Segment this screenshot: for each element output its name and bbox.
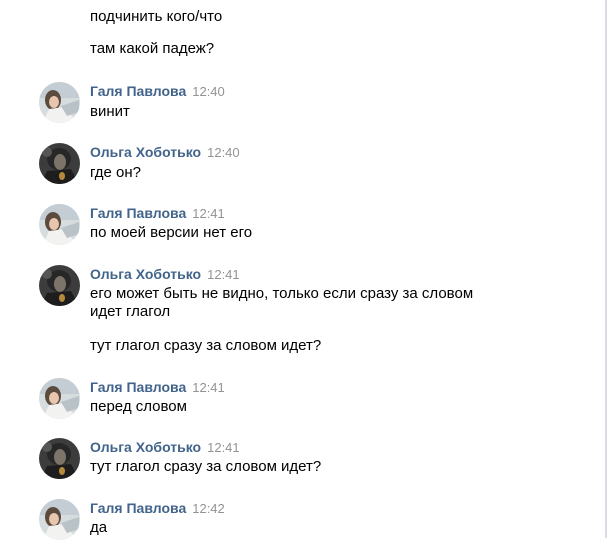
avatar-galya-pavlova[interactable] bbox=[39, 82, 80, 123]
message-header: Галя Павлова 12:41 bbox=[90, 378, 225, 396]
avatar-galya-pavlova[interactable] bbox=[39, 499, 80, 540]
author-name[interactable]: Галя Павлова bbox=[90, 83, 186, 99]
message-text: тут глагол сразу за словом идет? bbox=[90, 458, 322, 475]
message-text: да bbox=[90, 519, 108, 536]
author-name[interactable]: Ольга Хоботько bbox=[90, 144, 201, 160]
avatar-galya-pavlova[interactable] bbox=[39, 204, 80, 245]
avatar-galya-pavlova[interactable] bbox=[39, 378, 80, 419]
message-header: Ольга Хоботько 12:41 bbox=[90, 438, 240, 456]
author-name[interactable]: Галя Павлова bbox=[90, 379, 186, 395]
timestamp[interactable]: 12:41 bbox=[207, 440, 240, 455]
author-name[interactable]: Галя Павлова bbox=[90, 500, 186, 516]
galya-avatar-photo-icon bbox=[39, 82, 80, 123]
author-name[interactable]: Ольга Хоботько bbox=[90, 266, 201, 282]
message-text: где он? bbox=[90, 164, 142, 181]
olga-avatar-photo-icon bbox=[39, 438, 80, 479]
olga-avatar-photo-icon bbox=[39, 143, 80, 184]
timestamp[interactable]: 12:42 bbox=[192, 501, 225, 516]
message-history: подчинить кого/что там какой падеж? Галя… bbox=[0, 0, 600, 540]
avatar-olga-khobotko[interactable] bbox=[39, 143, 80, 184]
message-text: там какой падеж? bbox=[90, 40, 215, 57]
timestamp[interactable]: 12:41 bbox=[192, 380, 225, 395]
galya-avatar-photo-icon bbox=[39, 499, 80, 540]
timestamp[interactable]: 12:41 bbox=[207, 267, 240, 282]
timestamp[interactable]: 12:40 bbox=[207, 145, 240, 160]
message-header: Галя Павлова 12:42 bbox=[90, 499, 225, 517]
message-text: идет глагол bbox=[90, 303, 171, 320]
message-text: его может быть не видно, только если сра… bbox=[90, 285, 474, 302]
galya-avatar-photo-icon bbox=[39, 378, 80, 419]
author-name[interactable]: Галя Павлова bbox=[90, 205, 186, 221]
message-text: подчинить кого/что bbox=[90, 8, 223, 25]
message-text: перед словом bbox=[90, 398, 187, 415]
message-header: Галя Павлова 12:40 bbox=[90, 82, 225, 100]
timestamp[interactable]: 12:40 bbox=[192, 84, 225, 99]
message-text: тут глагол сразу за словом идет? bbox=[90, 337, 322, 354]
avatar-olga-khobotko[interactable] bbox=[39, 438, 80, 479]
message-header: Ольга Хоботько 12:41 bbox=[90, 265, 240, 283]
author-name[interactable]: Ольга Хоботько bbox=[90, 439, 201, 455]
galya-avatar-photo-icon bbox=[39, 204, 80, 245]
olga-avatar-photo-icon bbox=[39, 265, 80, 306]
message-text: по моей версии нет его bbox=[90, 224, 253, 241]
message-header: Ольга Хоботько 12:40 bbox=[90, 143, 240, 161]
avatar-olga-khobotko[interactable] bbox=[39, 265, 80, 306]
timestamp[interactable]: 12:41 bbox=[192, 206, 225, 221]
message-text: винит bbox=[90, 103, 130, 120]
message-header: Галя Павлова 12:41 bbox=[90, 204, 225, 222]
